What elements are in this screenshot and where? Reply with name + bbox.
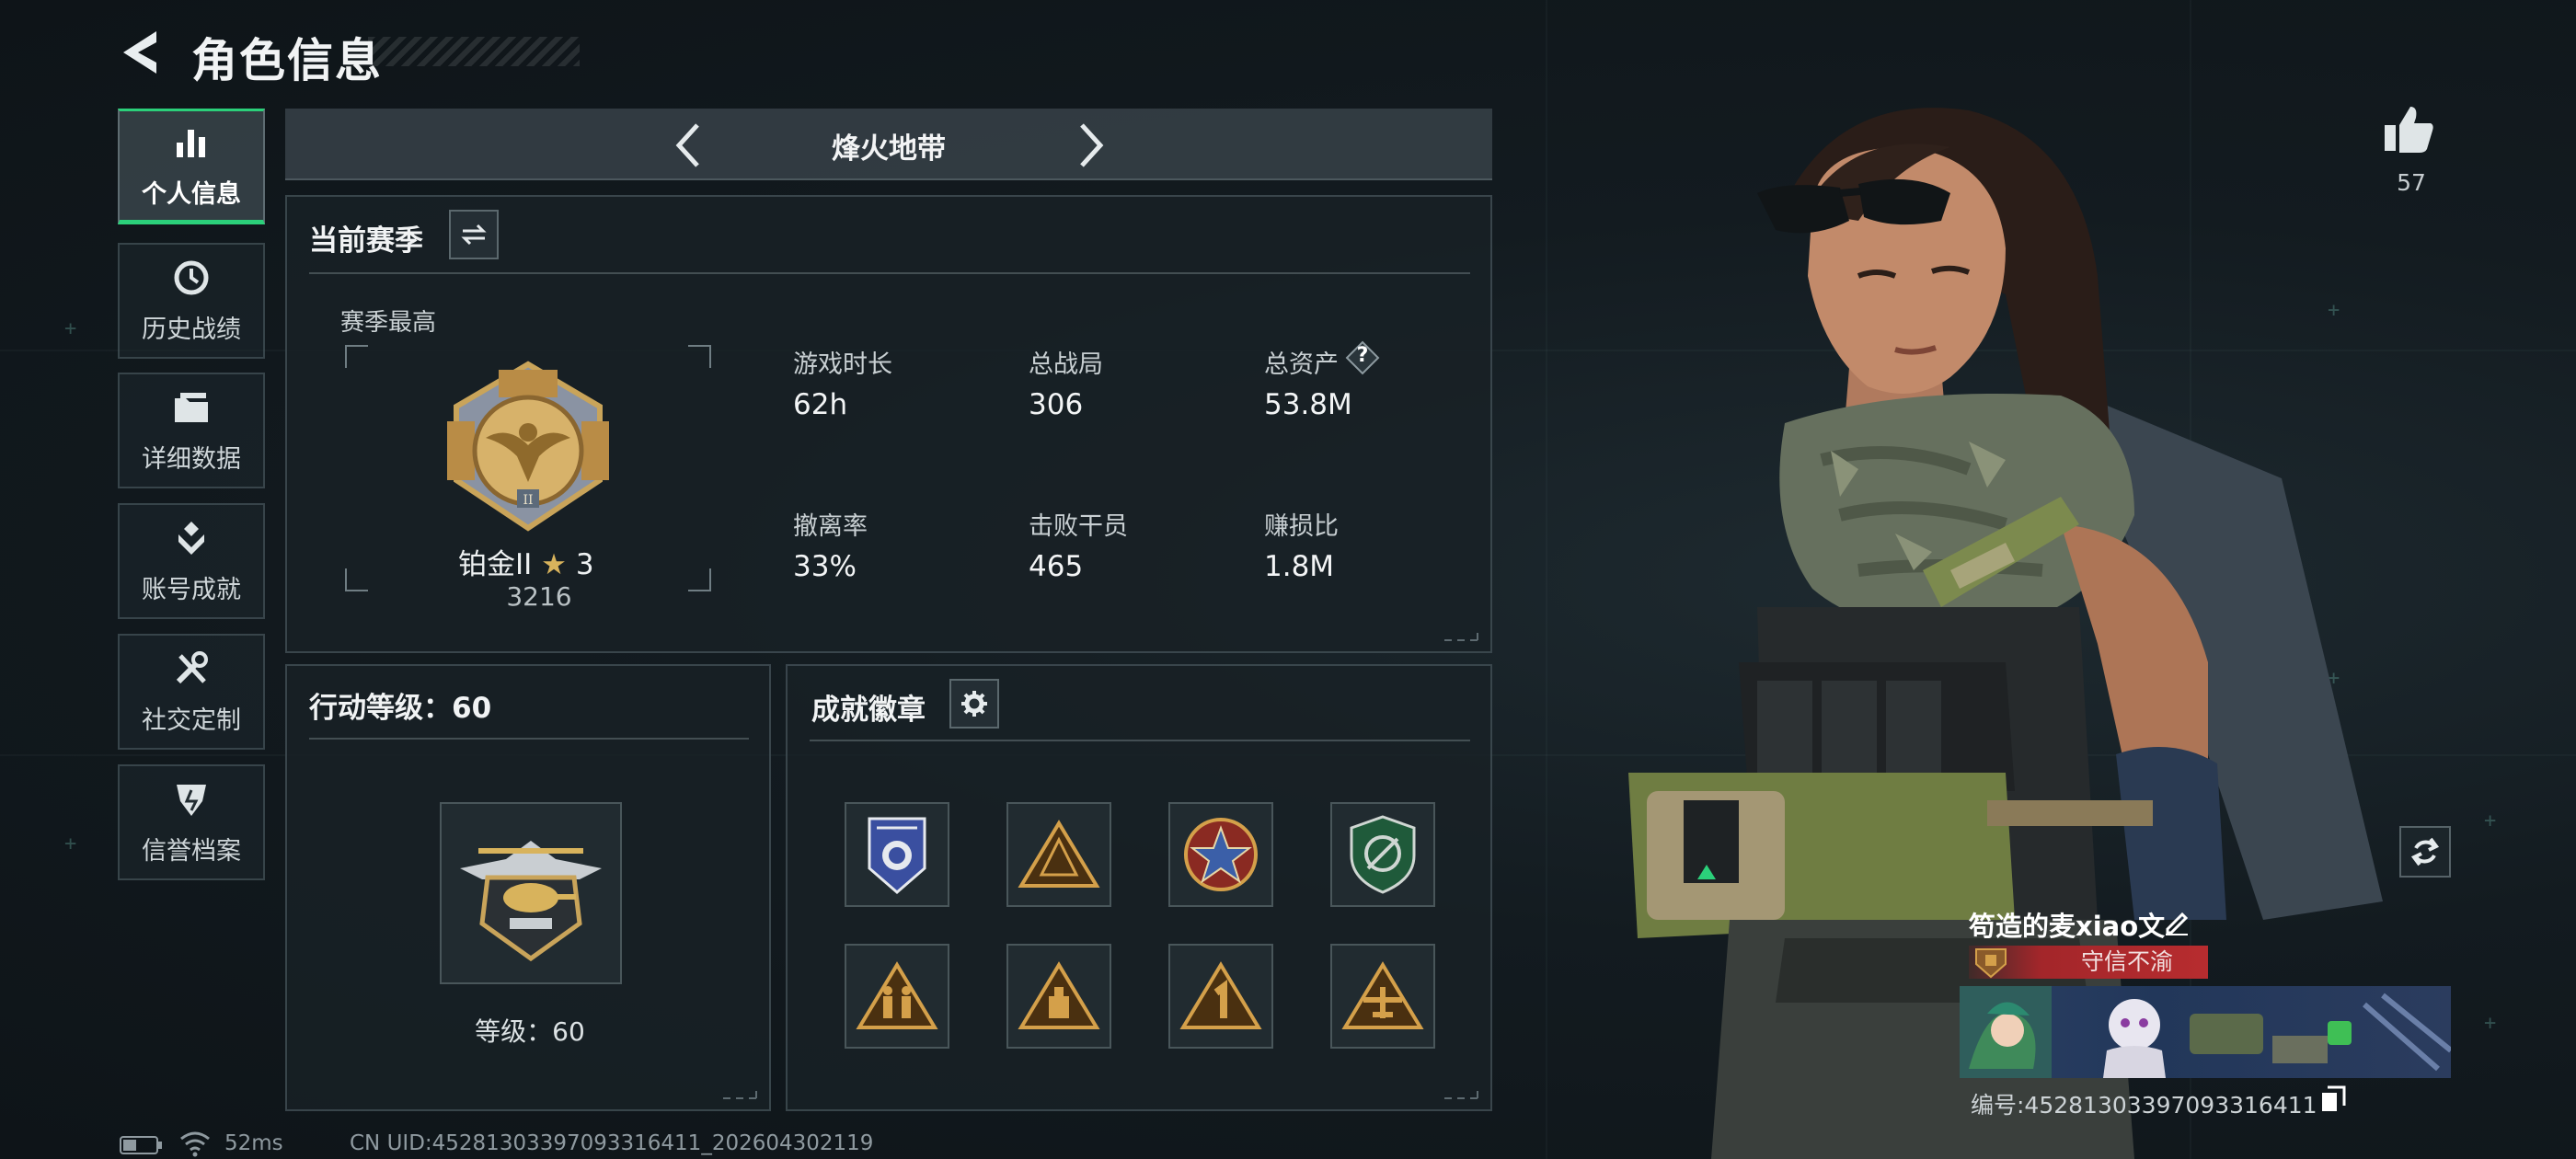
soldiers-triangle-icon xyxy=(856,961,938,1029)
helicopter-emblem-icon xyxy=(460,841,602,962)
stat-label-extract-rate: 撤离率 xyxy=(793,512,868,541)
achievements-settings-button[interactable] xyxy=(949,679,999,729)
badge-number-one-triangle[interactable] xyxy=(1168,944,1273,1049)
assets-help-button[interactable]: ? xyxy=(1345,340,1380,375)
stat-value-profit-ratio: 1.8M xyxy=(1264,550,1335,583)
player-id: 编号:4528130339709331641​1 xyxy=(1971,1092,2317,1119)
refresh-icon xyxy=(2410,837,2440,866)
sidebar-item-reputation[interactable]: 信誉档案 xyxy=(118,764,265,880)
profile-banner[interactable] xyxy=(1960,986,2451,1078)
sidebar-item-profile[interactable]: 个人信息 xyxy=(118,109,265,224)
ping-readout: 52ms xyxy=(224,1131,283,1155)
season-switch-button[interactable] xyxy=(449,210,499,259)
stat-label-assets: 总资产 xyxy=(1264,350,1339,379)
corner-decoration xyxy=(723,1091,757,1099)
stat-label-matches: 总战局 xyxy=(1029,350,1103,379)
folder-icon xyxy=(175,392,208,422)
season-panel: 当前赛季 赛季最高 II 铂金II ★ 3 3216 游戏时长 62h 总战局 … xyxy=(285,195,1492,653)
sidebar-item-achievements[interactable]: 账号成就 xyxy=(118,503,265,619)
stat-value-playtime: 62h xyxy=(793,388,848,421)
battery-icon xyxy=(120,1136,162,1154)
bar-chart-icon xyxy=(177,129,205,157)
rank-medal-icon: II xyxy=(447,361,609,532)
stat-label-profit-ratio: 赚损比 xyxy=(1264,512,1339,541)
sidebar-item-details[interactable]: 详细数据 xyxy=(118,373,265,488)
sidebar-item-label: 账号成就 xyxy=(142,575,241,604)
plane-triangle-icon xyxy=(1341,961,1424,1029)
action-level-text: 等级：60 xyxy=(475,1016,585,1047)
mode-next-button[interactable] xyxy=(1067,121,1111,169)
season-best-label: 赛季最高 xyxy=(340,309,437,337)
banner-artwork xyxy=(1960,986,2451,1078)
player-name: 笱造的麦xiao文 xyxy=(1969,911,2166,942)
bottle-triangle-icon xyxy=(1018,961,1100,1029)
number-one-triangle-icon xyxy=(1179,961,1262,1029)
badge-star-seal[interactable] xyxy=(1168,802,1273,907)
swap-icon xyxy=(461,224,487,246)
action-level-panel: 行动等级：60 等级：60 xyxy=(285,664,771,1111)
chevron-right-icon xyxy=(1080,123,1104,167)
rank-star-icon: ★ xyxy=(541,548,567,581)
like-count: 57 xyxy=(2397,169,2426,196)
corner-decoration xyxy=(1444,633,1478,641)
stat-value-extract-rate: 33% xyxy=(793,550,857,583)
help-glyph: ? xyxy=(1356,344,1369,367)
mode-title: 烽火地带 xyxy=(832,132,946,166)
season-heading: 当前赛季 xyxy=(309,224,423,258)
sidebar-item-label: 社交定制 xyxy=(142,706,241,735)
badge-plane-triangle[interactable] xyxy=(1330,944,1435,1049)
sidebar-item-label: 详细数据 xyxy=(142,444,241,474)
rank-name-row: 铂金II ★ 3 xyxy=(458,541,594,582)
title-decoration xyxy=(368,37,580,66)
achievements-heading: 成就徽章 xyxy=(811,694,926,727)
shield-icon xyxy=(177,784,206,816)
stat-label-playtime: 游戏时长 xyxy=(793,350,892,379)
client-uid: CN UID:452813033970933164​11_20260430211… xyxy=(350,1131,874,1155)
badge-soldiers-triangle[interactable] xyxy=(845,944,949,1049)
corner-decoration xyxy=(1444,1091,1478,1099)
edit-name-icon[interactable] xyxy=(2162,907,2191,936)
achievements-panel: 成就徽章 xyxy=(786,664,1492,1111)
badge-bottle-triangle[interactable] xyxy=(1006,944,1111,1049)
level-emblem-frame xyxy=(440,802,622,984)
stat-value-kills: 465 xyxy=(1029,550,1084,583)
green-shield-icon xyxy=(1350,815,1416,894)
page-title: 角色信息 xyxy=(191,34,383,87)
sidebar-item-history[interactable]: 历史战绩 xyxy=(118,243,265,359)
sidebar-item-label: 信誉档案 xyxy=(142,836,241,866)
clock-icon xyxy=(174,260,209,294)
action-level-heading: 行动等级：60 xyxy=(309,692,492,725)
star-seal-icon xyxy=(1184,818,1258,891)
player-title: 守信不渝 xyxy=(2080,948,2173,975)
badge-police[interactable] xyxy=(845,802,949,907)
back-button[interactable] xyxy=(118,28,164,77)
svg-text:II: II xyxy=(523,493,533,508)
sidebar-item-label: 个人信息 xyxy=(142,179,241,209)
police-badge-icon xyxy=(868,817,926,894)
stat-value-assets: 53.8M xyxy=(1264,388,1352,421)
refresh-button[interactable] xyxy=(2399,826,2451,878)
medal-icon xyxy=(178,521,204,555)
wifi-icon xyxy=(180,1131,210,1157)
stat-label-kills: 击败干员 xyxy=(1029,512,1128,541)
sidebar-item-social[interactable]: 社交定制 xyxy=(118,634,265,750)
badge-green-shield[interactable] xyxy=(1330,802,1435,907)
mode-selector: 烽火地带 xyxy=(285,109,1492,180)
rank-name: 铂金II xyxy=(458,548,533,581)
triangle-emblem-icon xyxy=(1018,820,1100,888)
tools-icon xyxy=(176,650,208,683)
stat-value-matches: 306 xyxy=(1029,388,1084,421)
back-arrow-icon xyxy=(123,31,156,74)
sidebar-item-label: 历史战绩 xyxy=(142,315,241,344)
rank-stars: 3 xyxy=(575,548,594,581)
copy-icon[interactable] xyxy=(2320,1085,2346,1113)
gear-icon xyxy=(961,691,987,717)
badge-triangle-emblem[interactable] xyxy=(1006,802,1111,907)
rank-score: 3216 xyxy=(506,581,572,612)
thumbs-up-icon[interactable] xyxy=(2381,101,2436,156)
